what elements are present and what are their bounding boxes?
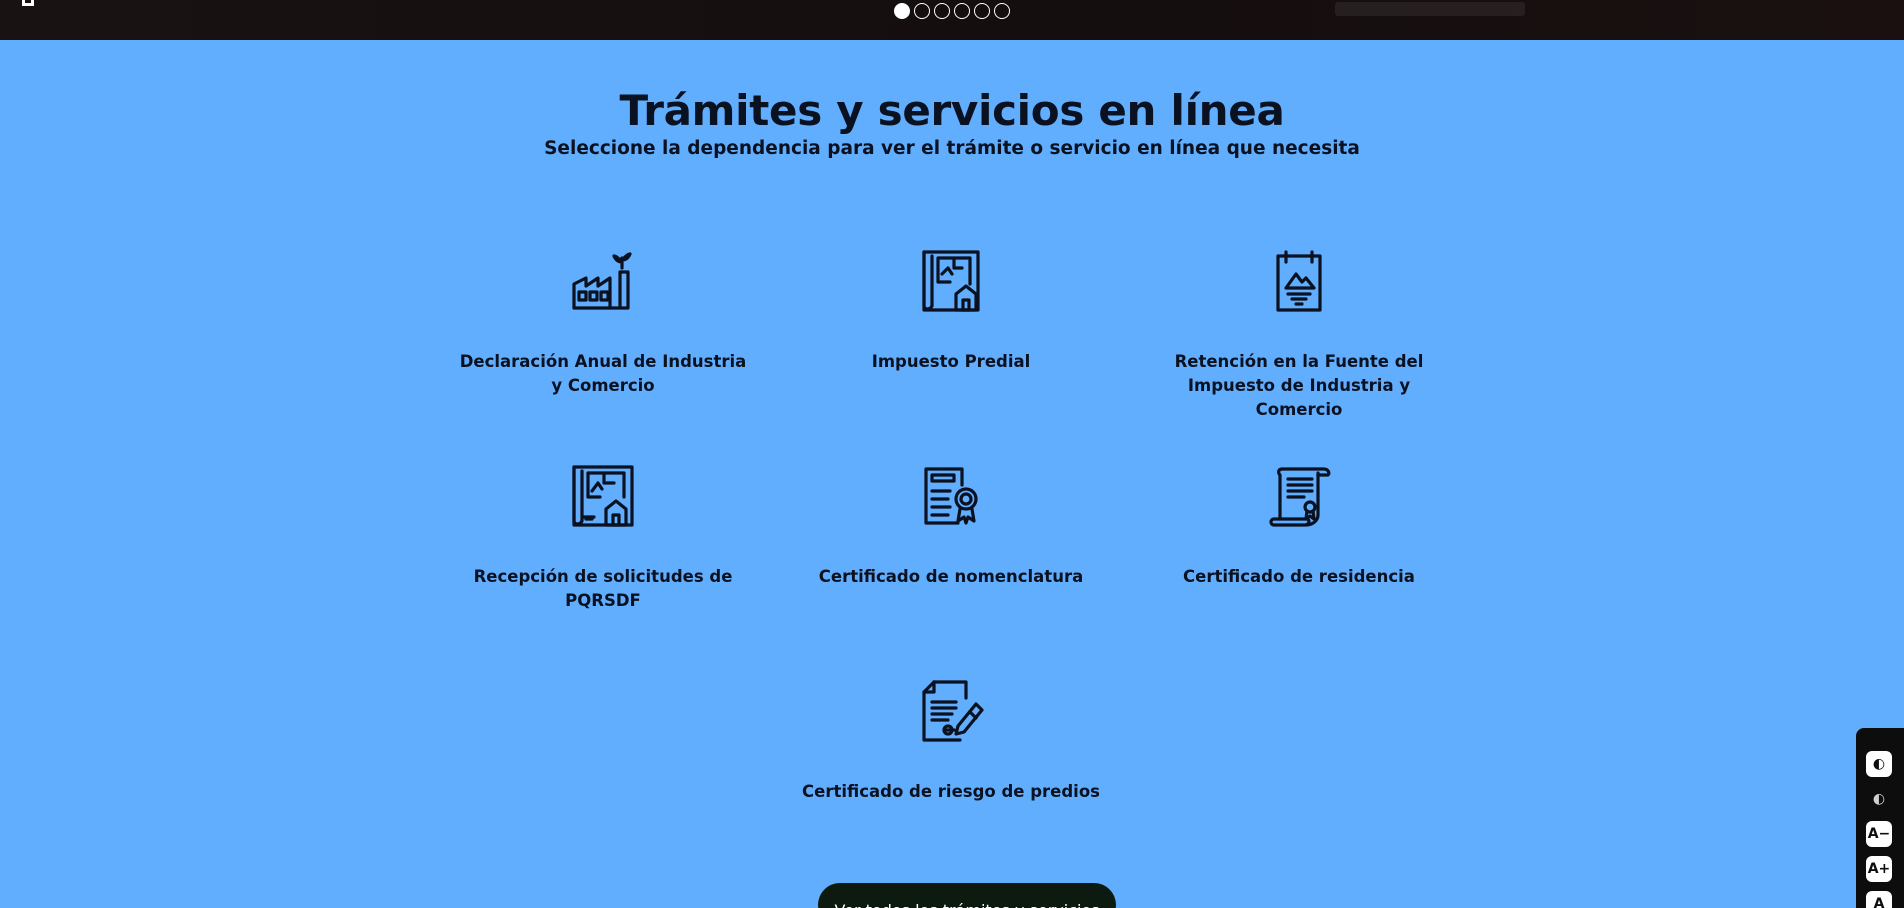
document-sign-icon (918, 678, 984, 744)
calendar-document-icon (1266, 248, 1332, 314)
increase-font-icon[interactable]: A+ (1866, 856, 1892, 882)
contrast-icon[interactable]: ◐ (1866, 751, 1892, 777)
slider-dot-2[interactable] (914, 3, 930, 19)
certificate-seal-icon (918, 463, 984, 529)
service-item-nomenclatura[interactable]: Certificado de nomenclatura (801, 463, 1101, 589)
slider-dot-4[interactable] (954, 3, 970, 19)
slider-dot-6[interactable] (994, 3, 1010, 19)
service-item-industria-comercio[interactable]: Declaración Anual de Industria y Comerci… (453, 248, 753, 398)
logo-mark-icon (22, 0, 34, 6)
slider-dot-5[interactable] (974, 3, 990, 19)
blueprint-icon (570, 463, 636, 529)
service-item-residencia[interactable]: Certificado de residencia (1149, 463, 1449, 589)
dark-mode-icon[interactable]: ◐ (1866, 786, 1892, 812)
service-item-riesgo-predios[interactable]: Certificado de riesgo de predios (801, 678, 1101, 804)
hero-slider (0, 0, 1904, 40)
service-label: Certificado de nomenclatura (818, 567, 1084, 586)
scroll-certificate-icon (1266, 463, 1332, 529)
slider-dot-1[interactable] (894, 3, 910, 19)
service-label: Certificado de riesgo de predios (802, 782, 1100, 801)
section-subtitle: Seleccione la dependencia para ver el tr… (544, 138, 1360, 159)
accessibility-toolbar: ◐ ◐ A− A+ A (1856, 728, 1904, 908)
font-reset-icon[interactable]: A (1866, 891, 1892, 908)
slide-caption (1335, 2, 1525, 16)
service-item-pqrsdf[interactable]: Recepción de solicitudes de PQRSDF (453, 463, 753, 613)
service-item-impuesto-predial[interactable]: Impuesto Predial (801, 248, 1101, 374)
factory-icon (570, 248, 636, 314)
view-all-services-button[interactable]: Ver todos los trámites y servicios (818, 883, 1116, 908)
service-label: Certificado de residencia (1183, 567, 1415, 586)
house-blueprint-icon (918, 248, 984, 314)
service-label: Retención en la Fuente del Impuesto de I… (1174, 352, 1424, 419)
service-item-retencion-fuente[interactable]: Retención en la Fuente del Impuesto de I… (1149, 248, 1449, 422)
service-label: Impuesto Predial (871, 352, 1031, 371)
slider-dot-3[interactable] (934, 3, 950, 19)
slider-dots (894, 3, 1010, 19)
decrease-font-icon[interactable]: A− (1866, 821, 1892, 847)
section-title: Trámites y servicios en línea (619, 86, 1285, 135)
service-label: Declaración Anual de Industria y Comerci… (459, 352, 747, 395)
site-logo[interactable] (22, 0, 34, 6)
service-label: Recepción de solicitudes de PQRSDF (473, 567, 733, 610)
